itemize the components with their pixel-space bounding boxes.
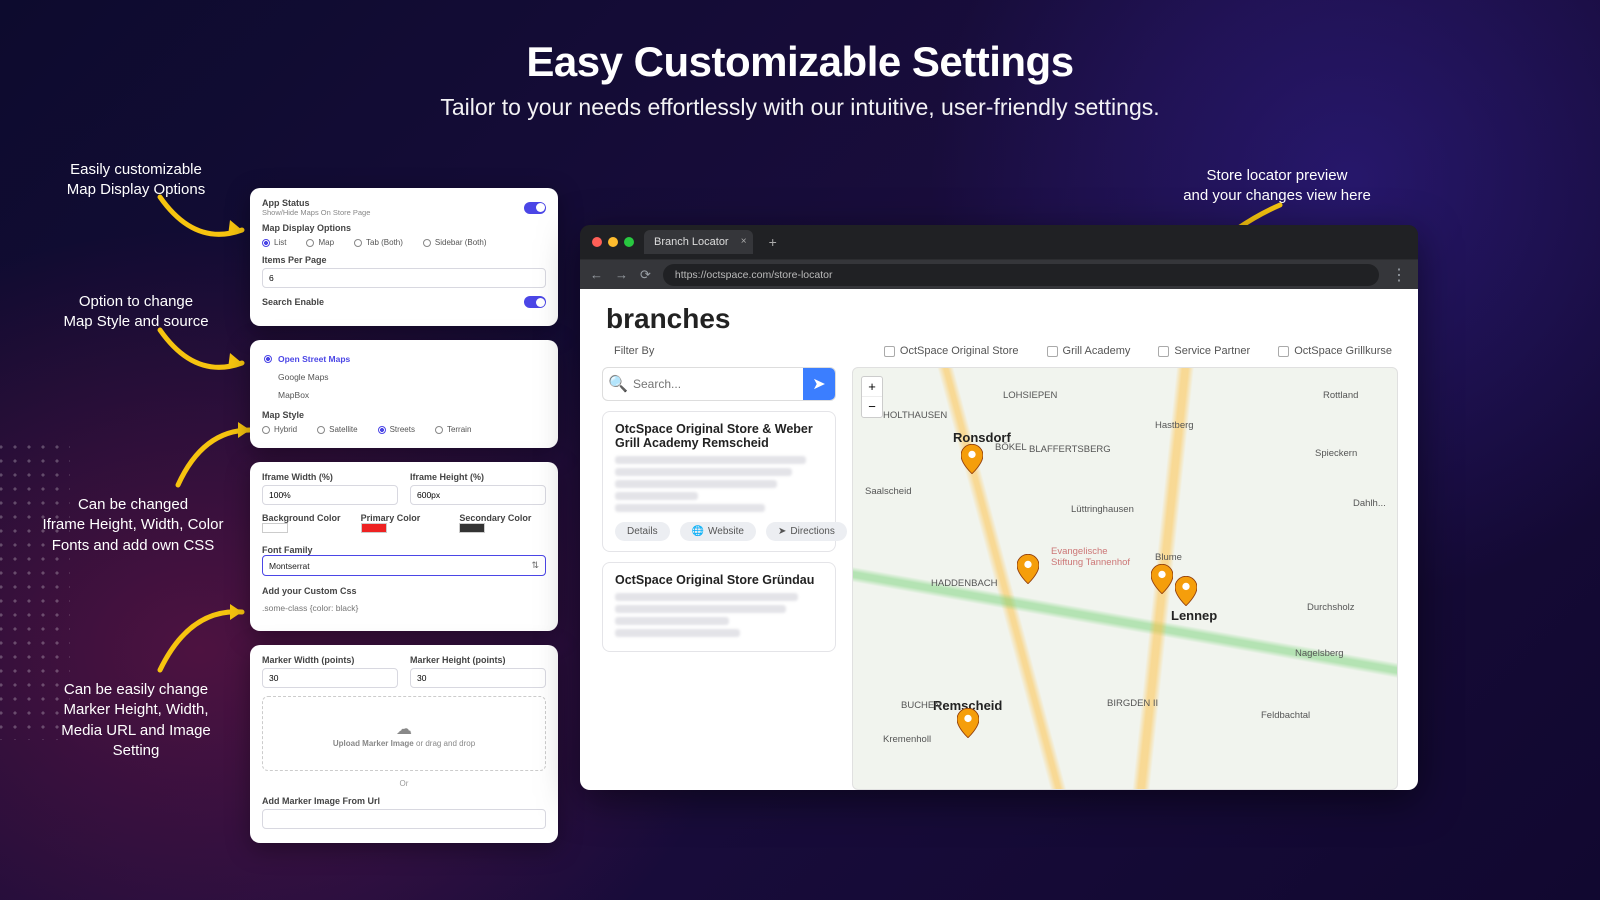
hero-title: Easy Customizable Settings (0, 38, 1600, 86)
globe-icon: 🌐 (692, 526, 704, 537)
arrow-icon (150, 325, 260, 385)
primary-color-swatch[interactable] (361, 523, 387, 533)
map-pin-icon[interactable] (957, 708, 979, 738)
map-canvas[interactable]: + − Ronsdorf Lennep Remscheid LOHSIEPEN … (852, 367, 1398, 790)
store-title: OctSpace Original Store Gründau (615, 573, 823, 587)
browser-preview: Branch Locator× + ← → ⟳ https://octspace… (580, 225, 1418, 790)
window-controls[interactable] (592, 237, 634, 247)
marker-url-input[interactable] (262, 809, 546, 829)
annotation-marker: Can be easily change Marker Height, Widt… (36, 680, 236, 761)
display-options-label: Map Display Options (262, 223, 546, 233)
marker-height-label: Marker Height (points) (410, 655, 546, 665)
marker-width-input[interactable] (262, 668, 398, 688)
annotation-map-style: Option to change Map Style and source (36, 292, 236, 333)
font-family-select[interactable]: Montserrat⇅ (262, 555, 546, 576)
directions-button[interactable]: ➤Directions (766, 522, 847, 541)
bg-color-label: Background Color (262, 513, 349, 523)
search-input[interactable] (633, 377, 803, 391)
items-per-page-label: Items Per Page (262, 255, 546, 265)
map-pin-icon[interactable] (1175, 576, 1197, 606)
card-map-source: Open Street Maps Google Maps MapBox Map … (250, 340, 558, 448)
radio-streets[interactable]: Streets (378, 425, 415, 434)
arrow-icon (150, 192, 260, 252)
radio-hybrid[interactable]: Hybrid (262, 425, 297, 434)
filter-service-partner[interactable]: Service Partner (1158, 345, 1250, 357)
filter-grill-academy[interactable]: Grill Academy (1047, 345, 1131, 357)
hero-subtitle: Tailor to your needs effortlessly with o… (0, 94, 1600, 121)
bg-color-swatch[interactable] (262, 523, 288, 533)
custom-css-input[interactable] (262, 599, 546, 617)
zoom-in-button[interactable]: + (862, 377, 882, 397)
map-pin-icon[interactable] (961, 444, 983, 474)
new-tab-button[interactable]: + (763, 234, 783, 250)
map-pin-icon[interactable] (1151, 564, 1173, 594)
search-enable-toggle[interactable] (524, 296, 546, 308)
marker-url-label: Add Marker Image From Url (262, 796, 546, 806)
annotation-preview: Store locator preview and your changes v… (1172, 166, 1382, 207)
close-tab-icon[interactable]: × (741, 236, 747, 247)
radio-tab[interactable]: Tab (Both) (354, 238, 403, 247)
font-family-label: Font Family (262, 545, 546, 555)
radio-sidebar[interactable]: Sidebar (Both) (423, 238, 487, 247)
iframe-height-input[interactable] (410, 485, 546, 505)
secondary-color-label: Secondary Color (459, 513, 546, 523)
nav-reload-icon[interactable]: ⟳ (640, 267, 651, 283)
source-google[interactable]: Google Maps (262, 368, 546, 386)
details-button[interactable]: Details (615, 522, 670, 541)
iframe-height-label: Iframe Height (%) (410, 472, 546, 482)
custom-css-label: Add your Custom Css (262, 586, 546, 596)
source-osm[interactable]: Open Street Maps (262, 350, 546, 368)
radio-map[interactable]: Map (306, 238, 334, 247)
items-per-page-input[interactable] (262, 268, 546, 288)
search-enable-label: Search Enable (262, 297, 324, 307)
card-marker: Marker Width (points) Marker Height (poi… (250, 645, 558, 843)
primary-color-label: Primary Color (361, 513, 448, 523)
zoom-out-button[interactable]: − (862, 397, 882, 417)
app-status-label: App Status (262, 198, 370, 208)
annotation-display-options: Easily customizable Map Display Options (36, 160, 236, 201)
store-card[interactable]: OctSpace Original Store Gründau (602, 562, 836, 652)
browser-menu-icon[interactable]: ⋮ (1391, 265, 1408, 285)
iframe-width-input[interactable] (262, 485, 398, 505)
nav-forward-icon[interactable]: → (615, 267, 628, 282)
navigate-icon: ➤ (778, 526, 786, 537)
cloud-upload-icon: ☁ (271, 719, 537, 739)
marker-height-input[interactable] (410, 668, 546, 688)
chevron-updown-icon: ⇅ (531, 560, 539, 571)
upload-dropzone[interactable]: ☁ Upload Marker Image or drag and drop (262, 696, 546, 771)
browser-tab[interactable]: Branch Locator× (644, 230, 753, 254)
map-pin-icon[interactable] (1017, 554, 1039, 584)
radio-terrain[interactable]: Terrain (435, 425, 471, 434)
app-status-toggle[interactable] (524, 202, 546, 214)
map-city-label: Lennep (1171, 608, 1217, 623)
or-divider: Or (262, 779, 546, 788)
search-field: 🔍 ➤ (602, 367, 836, 401)
search-icon: 🔍 (603, 374, 633, 394)
page-title: branches (580, 289, 1418, 345)
filter-original-store[interactable]: OctSpace Original Store (884, 345, 1019, 357)
card-display-options: App Status Show/Hide Maps On Store Page … (250, 188, 558, 326)
secondary-color-swatch[interactable] (459, 523, 485, 533)
marker-width-label: Marker Width (points) (262, 655, 398, 665)
map-style-label: Map Style (262, 410, 546, 420)
nav-back-icon[interactable]: ← (590, 267, 603, 282)
source-mapbox[interactable]: MapBox (262, 386, 546, 404)
filter-grillkurse[interactable]: OctSpace Grillkurse (1278, 345, 1392, 357)
store-card[interactable]: OtcSpace Original Store & Weber Grill Ac… (602, 411, 836, 552)
website-button[interactable]: 🌐Website (680, 522, 756, 541)
arrow-icon (150, 600, 260, 680)
app-status-sub: Show/Hide Maps On Store Page (262, 208, 370, 217)
store-title: OtcSpace Original Store & Weber Grill Ac… (615, 422, 823, 450)
filter-by-label: Filter By (614, 345, 654, 357)
card-iframe-style: Iframe Width (%) Iframe Height (%) Backg… (250, 462, 558, 631)
address-bar[interactable]: https://octspace.com/store-locator (663, 264, 1379, 286)
search-go-button[interactable]: ➤ (803, 368, 835, 400)
annotation-iframe-css: Can be changed Iframe Height, Width, Col… (20, 495, 246, 556)
radio-satellite[interactable]: Satellite (317, 425, 357, 434)
iframe-width-label: Iframe Width (%) (262, 472, 398, 482)
radio-list[interactable]: List (262, 238, 286, 247)
